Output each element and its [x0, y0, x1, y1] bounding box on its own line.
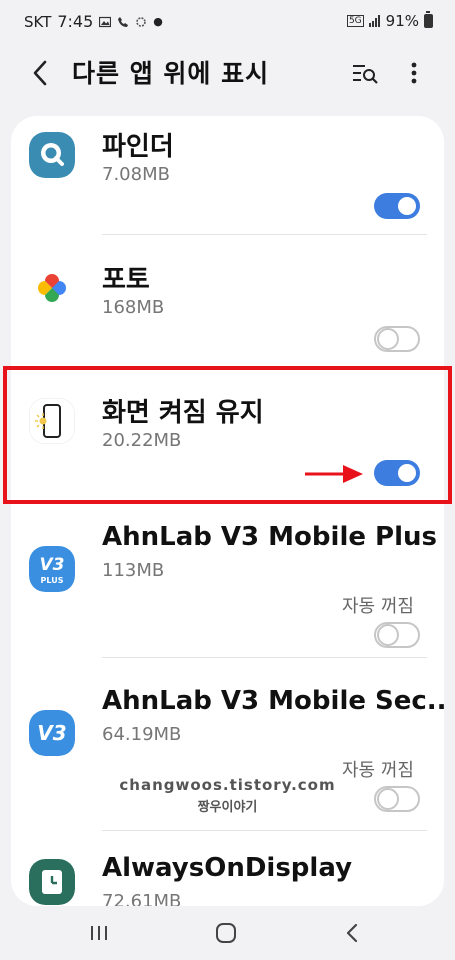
back-button[interactable]: [28, 58, 54, 88]
list-item-aod[interactable]: AlwaysOnDisplay 72.61MB: [11, 831, 444, 906]
finder-icon: [29, 132, 75, 178]
gallery-icon: [99, 16, 112, 27]
plus-label: PLUS: [41, 576, 64, 585]
app-size: 168MB: [102, 297, 165, 318]
status-right: 5G 91%: [346, 11, 433, 30]
overlay-toggle-v3-plus[interactable]: [374, 622, 420, 648]
watermark-url: changwoos.tistory.com: [119, 776, 336, 794]
photos-icon: [29, 265, 75, 311]
battery-icon: [424, 11, 433, 28]
more-options-icon[interactable]: [404, 58, 424, 88]
app-size: 64.19MB: [102, 724, 182, 745]
carrier-label: SKT: [24, 12, 52, 31]
app-size: 72.61MB: [102, 891, 182, 906]
list-item-photos[interactable]: 포토 168MB: [11, 235, 444, 367]
status-bar: SKT 7:45 ● 5G 91%: [0, 0, 455, 44]
toggle-knob: [377, 328, 399, 350]
app-name: AlwaysOnDisplay: [102, 853, 353, 883]
list-item-finder[interactable]: 파인더 7.08MB: [11, 116, 444, 234]
aod-icon: [29, 859, 75, 905]
auto-off-label: 자동 꺼짐: [342, 596, 414, 617]
overlay-toggle-finder[interactable]: [374, 193, 420, 219]
toggle-knob: [396, 195, 418, 217]
toggle-knob: [377, 624, 399, 646]
time-label: 7:45: [57, 12, 94, 31]
app-size: 7.08MB: [102, 164, 170, 185]
recent-apps-button[interactable]: [84, 918, 114, 948]
svg-text:V3: V3: [37, 721, 66, 745]
app-size: 113MB: [102, 560, 165, 581]
app-name: AhnLab V3 Mobile Plus: [102, 522, 437, 552]
v3-security-icon: V3: [29, 710, 75, 756]
settings-icon: [136, 16, 147, 27]
watermark-name: 짱우이야기: [197, 800, 258, 815]
app-name: 파인더: [102, 132, 174, 162]
network-label: 5G: [346, 15, 364, 27]
app-bar: 다른 앱 위에 표시: [0, 44, 455, 104]
search-icon[interactable]: [350, 58, 380, 88]
app-name: AhnLab V3 Mobile Sec..: [102, 686, 444, 716]
svg-text:V3: V3: [40, 555, 65, 575]
overlay-toggle-photos[interactable]: [374, 326, 420, 352]
dot-icon: ●: [153, 15, 163, 28]
page-title: 다른 앱 위에 표시: [72, 59, 270, 88]
list-item-v3-plus[interactable]: V3 PLUS AhnLab V3 Mobile Plus 113MB 자동 꺼…: [11, 508, 444, 656]
home-button[interactable]: [211, 918, 241, 948]
call-icon: [118, 16, 129, 27]
highlight-box: [3, 366, 452, 504]
v3-plus-icon: V3 PLUS: [29, 546, 75, 592]
battery-percent: 91%: [385, 12, 419, 30]
navigation-bar: [0, 906, 455, 960]
app-name: 포토: [102, 265, 150, 295]
status-left: SKT 7:45 ●: [24, 12, 163, 31]
nav-back-button[interactable]: [338, 918, 368, 948]
signal-icon: [368, 15, 380, 27]
